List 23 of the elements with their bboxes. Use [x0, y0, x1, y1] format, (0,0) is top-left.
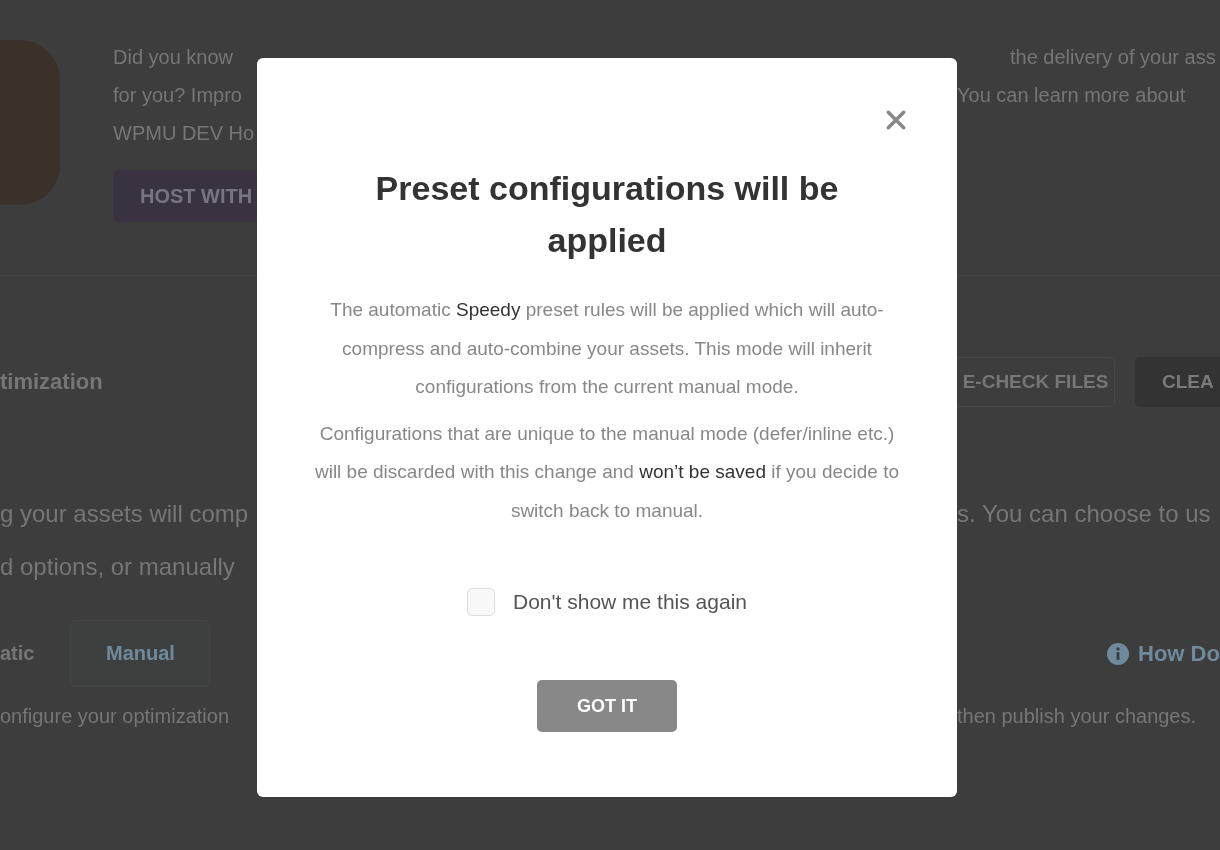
modal-paragraph: The automatic Speedy preset rules will be applied which will auto-compress and auto-combine your assets. This mode will inherit configurations from the current manual mode. [329, 298, 885, 399]
modal-paragraph: Configurations that are unique to the manual mode (defer/inline etc.) will be discarded with this change and won’t be saved if you decide to switch back to manual. [313, 421, 901, 523]
mode-tab[interactable]: atic [0, 642, 35, 665]
promo-text: You can learn more about [957, 83, 1186, 106]
info-icon [1107, 642, 1129, 665]
description-text: d options, or manually [0, 552, 235, 580]
section-title: timization [0, 369, 103, 394]
description-text: g your assets will comp [0, 499, 249, 527]
checkbox[interactable] [467, 588, 495, 616]
promo-text: the delivery of your ass [1010, 45, 1216, 68]
modal-title: Preset configurations will be applied [374, 168, 840, 261]
checkbox-label[interactable]: Don't show me this again [513, 590, 747, 614]
promo-text: WPMU DEV Ho [113, 121, 255, 144]
got-it-button[interactable]: GOT IT [537, 680, 677, 732]
note-text: then publish your changes. [957, 704, 1197, 727]
help-link[interactable]: How Do [1138, 640, 1220, 667]
clear-button[interactable]: CLEA [1135, 357, 1220, 407]
host-button[interactable]: HOST WITH [113, 170, 257, 222]
promo-text: Did you know [113, 45, 234, 68]
description-text: s. You can choose to us [957, 499, 1211, 527]
mode-tab[interactable]: Manual [70, 620, 211, 687]
note-text: onfigure your optimization [0, 704, 229, 727]
promo-text: for you? Impro [113, 83, 242, 106]
